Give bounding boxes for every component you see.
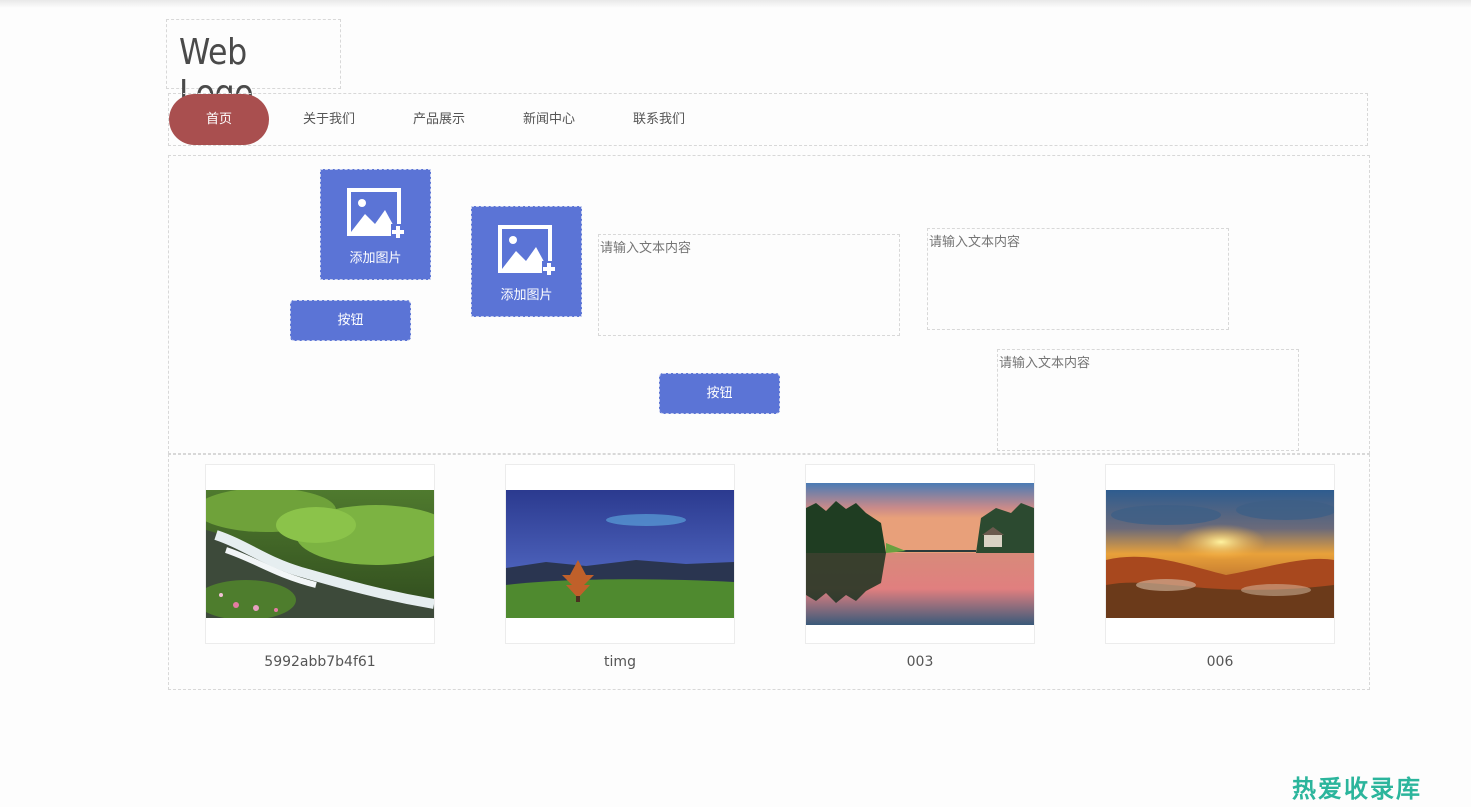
gallery-card[interactable] bbox=[805, 464, 1035, 644]
add-image-button[interactable]: 添加图片 bbox=[320, 169, 431, 280]
meadow-image bbox=[506, 490, 734, 618]
nav-item-contact[interactable]: 联系我们 bbox=[609, 94, 709, 145]
watermark-text: 热爱收录库 bbox=[1292, 775, 1422, 803]
gallery-caption: 5992abb7b4f61 bbox=[264, 654, 376, 670]
sunset-image bbox=[1106, 490, 1334, 618]
image-add-icon bbox=[498, 225, 556, 275]
text-input[interactable] bbox=[927, 228, 1229, 330]
nav-item-home[interactable]: 首页 bbox=[169, 94, 269, 145]
text-input[interactable] bbox=[598, 234, 900, 336]
add-image-label: 添加图片 bbox=[349, 251, 402, 266]
add-image-label: 添加图片 bbox=[500, 288, 553, 303]
image-add-icon bbox=[347, 188, 405, 238]
text-input[interactable] bbox=[997, 349, 1299, 451]
nav-item-about[interactable]: 关于我们 bbox=[279, 94, 379, 145]
add-image-button[interactable]: 添加图片 bbox=[471, 206, 582, 317]
gallery-caption: 003 bbox=[906, 654, 934, 670]
gallery-caption: timg bbox=[604, 654, 636, 670]
gallery-card[interactable] bbox=[205, 464, 435, 644]
nav-item-products[interactable]: 产品展示 bbox=[389, 94, 489, 145]
main-nav: 首页 关于我们 产品展示 新闻中心 联系我们 bbox=[168, 93, 1368, 146]
gallery-card[interactable] bbox=[1105, 464, 1335, 644]
stream-image bbox=[206, 490, 434, 618]
action-button[interactable]: 按钮 bbox=[290, 300, 411, 341]
top-shadow bbox=[0, 0, 1471, 8]
logo[interactable]: Web Logo bbox=[166, 19, 341, 114]
action-button[interactable]: 按钮 bbox=[659, 373, 780, 414]
gallery-caption: 006 bbox=[1206, 654, 1234, 670]
nav-item-news[interactable]: 新闻中心 bbox=[499, 94, 599, 145]
lake-image bbox=[806, 483, 1034, 625]
gallery-card[interactable] bbox=[505, 464, 735, 644]
